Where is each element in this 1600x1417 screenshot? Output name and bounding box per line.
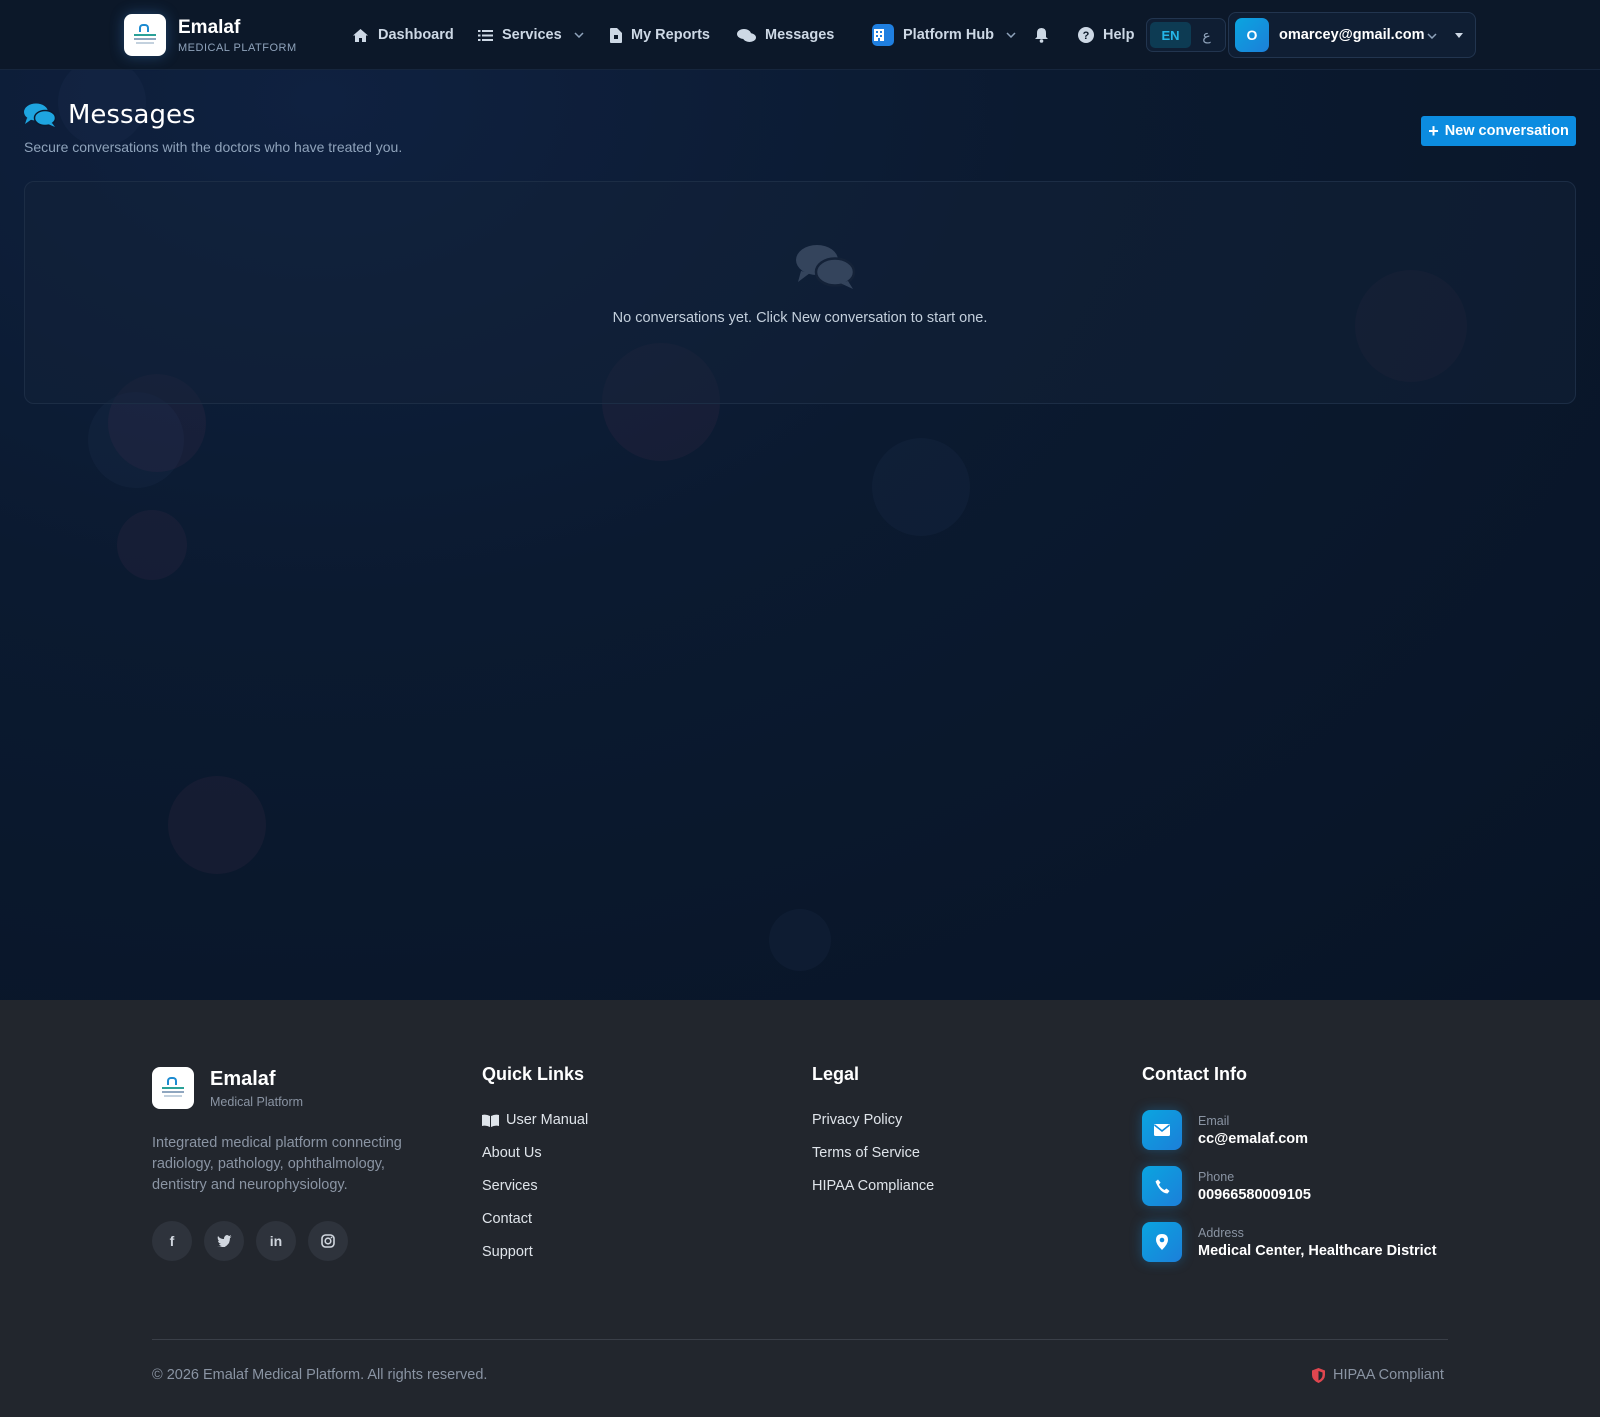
building-icon: [872, 24, 894, 46]
bell-icon: [1035, 28, 1048, 43]
nav-messages[interactable]: Messages: [737, 0, 834, 70]
chevron-down-icon: [574, 32, 584, 38]
footer-divider: [152, 1339, 1448, 1340]
link-services[interactable]: Services: [482, 1178, 538, 1194]
link-user-manual-label: User Manual: [506, 1112, 589, 1128]
link-privacy-policy[interactable]: Privacy Policy: [812, 1112, 902, 1128]
contact-info-title: Contact Info: [1142, 1064, 1247, 1084]
nav-help[interactable]: ? Help: [1078, 0, 1134, 70]
question-circle-icon: ?: [1078, 27, 1094, 43]
plus-icon: +: [1428, 121, 1439, 141]
contact-email-value[interactable]: cc@emalaf.com: [1198, 1131, 1308, 1147]
brand-subtitle: MEDICAL PLATFORM: [178, 41, 297, 54]
legal-title: Legal: [812, 1064, 860, 1084]
shield-icon: [1312, 1367, 1325, 1383]
book-icon: [482, 1114, 499, 1127]
instagram-icon: [321, 1234, 335, 1248]
footer-brand: Emalaf Medical Platform: [152, 1067, 303, 1109]
contact-phone-value[interactable]: 00966580009105: [1198, 1187, 1311, 1203]
contact-phone: Phone 00966580009105: [1142, 1166, 1311, 1206]
caret-down-icon: [1455, 33, 1463, 38]
user-email: omarcey@gmail.com: [1279, 27, 1425, 43]
new-conversation-button[interactable]: + New conversation: [1421, 116, 1576, 146]
nav-reports-label: My Reports: [631, 27, 710, 43]
home-icon: [353, 28, 368, 42]
link-about-us[interactable]: About Us: [482, 1145, 542, 1161]
hipaa-label: HIPAA Compliant: [1333, 1367, 1444, 1383]
chevron-down-icon: [1006, 32, 1016, 38]
user-menu[interactable]: O omarcey@gmail.com: [1228, 12, 1476, 58]
hipaa-badge: HIPAA Compliant: [1312, 1367, 1444, 1383]
link-user-manual[interactable]: User Manual: [482, 1112, 588, 1128]
chevron-down-icon: [1427, 33, 1437, 39]
language-switcher: EN ع: [1146, 18, 1226, 52]
twitter-icon: [216, 1235, 232, 1247]
contact-phone-label: Phone: [1198, 1169, 1235, 1184]
brand-logo: [124, 14, 166, 56]
lang-ar-button[interactable]: ع: [1191, 27, 1222, 44]
footer-brand-name: Emalaf: [210, 1067, 276, 1090]
linkedin-button[interactable]: in: [256, 1221, 296, 1261]
linkedin-icon: in: [269, 1233, 283, 1249]
empty-state-card: No conversations yet. Click New conversa…: [24, 181, 1576, 404]
copyright-text: © 2026 Emalaf Medical Platform. All righ…: [152, 1367, 488, 1383]
avatar: O: [1235, 18, 1269, 52]
new-conversation-label: New conversation: [1444, 123, 1569, 139]
link-support[interactable]: Support: [482, 1244, 533, 1260]
instagram-button[interactable]: [308, 1221, 348, 1261]
quick-links-title: Quick Links: [482, 1064, 585, 1084]
comments-icon: [24, 103, 56, 127]
contact-address: Address Medical Center, Healthcare Distr…: [1142, 1222, 1437, 1262]
svg-text:?: ?: [1083, 30, 1090, 42]
link-terms-of-service[interactable]: Terms of Service: [812, 1145, 920, 1161]
nav-my-reports[interactable]: My Reports: [610, 0, 710, 70]
brand[interactable]: Emalaf MEDICAL PLATFORM: [124, 14, 297, 56]
nav-help-label: Help: [1103, 27, 1135, 43]
link-contact[interactable]: Contact: [482, 1211, 532, 1227]
top-navbar: Emalaf MEDICAL PLATFORM Dashboard Servic…: [0, 0, 1600, 70]
map-pin-icon: [1142, 1222, 1182, 1262]
nav-messages-label: Messages: [765, 27, 835, 43]
comments-icon: [796, 245, 856, 289]
file-icon: [610, 27, 622, 43]
phone-icon: [1142, 1166, 1182, 1206]
nav-services-label: Services: [502, 27, 562, 43]
comments-icon: [737, 28, 756, 42]
page-heading: Messages: [68, 100, 196, 130]
contact-email-label: Email: [1198, 1113, 1230, 1128]
page-subtitle: Secure conversations with the doctors wh…: [24, 139, 403, 155]
contact-address-label: Address: [1198, 1225, 1244, 1240]
list-icon: [478, 29, 493, 41]
nav-dashboard[interactable]: Dashboard: [352, 0, 454, 70]
facebook-button[interactable]: f: [152, 1221, 192, 1261]
page-title: Messages: [24, 100, 196, 130]
twitter-button[interactable]: [204, 1221, 244, 1261]
nav-hub-label: Platform Hub: [903, 27, 995, 43]
footer-brand-subtitle: Medical Platform: [210, 1094, 304, 1109]
contact-address-value: Medical Center, Healthcare District: [1198, 1242, 1437, 1259]
footer-description: Integrated medical platform connecting r…: [152, 1135, 402, 1193]
contact-email: Email cc@emalaf.com: [1142, 1110, 1308, 1150]
facebook-icon: f: [169, 1233, 175, 1249]
empty-state-text: No conversations yet. Click New conversa…: [612, 310, 988, 326]
envelope-icon: [1142, 1110, 1182, 1150]
link-hipaa-compliance[interactable]: HIPAA Compliance: [812, 1178, 934, 1194]
notifications-button[interactable]: [1034, 0, 1049, 70]
footer: Emalaf Medical Platform Integrated medic…: [0, 1000, 1600, 1417]
nav-platform-hub[interactable]: Platform Hub: [872, 0, 1025, 70]
nav-services[interactable]: Services: [478, 0, 593, 70]
footer-logo: [152, 1067, 194, 1109]
lang-en-button[interactable]: EN: [1150, 22, 1191, 48]
nav-dashboard-label: Dashboard: [378, 27, 454, 43]
brand-name: Emalaf: [178, 16, 241, 38]
